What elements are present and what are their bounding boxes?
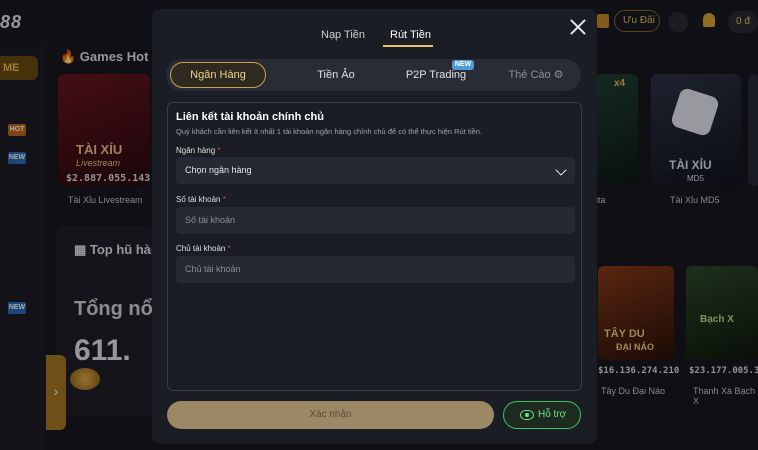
method-tabs: Ngân Hàng Tiền Ảo P2P Trading Thẻ Cào ⚙ xyxy=(166,59,581,91)
withdraw-modal: Nạp Tiền Rút Tiền Ngân Hàng Tiền Ảo P2P … xyxy=(152,9,597,444)
form-subtitle: Quý khách cần liên kết ít nhất 1 tài kho… xyxy=(176,127,483,136)
modal-tabs: Nạp Tiền Rút Tiền xyxy=(152,9,597,55)
bank-select[interactable]: Chọn ngân hàng xyxy=(176,157,575,184)
chevron-down-icon xyxy=(555,164,567,176)
account-holder-input[interactable]: Chủ tài khoản xyxy=(176,256,575,283)
subtab-crypto[interactable]: Tiền Ảo xyxy=(296,59,376,91)
tab-deposit[interactable]: Nạp Tiền xyxy=(321,29,365,41)
bank-label: Ngân hàng * xyxy=(176,146,221,155)
eye-icon xyxy=(520,410,534,420)
bank-link-form: Liên kết tài khoản chính chủ Quý khách c… xyxy=(167,102,582,391)
subtab-card[interactable]: Thẻ Cào ⚙ xyxy=(501,59,571,91)
active-tab-indicator xyxy=(383,45,433,47)
bank-select-value: Chọn ngân hàng xyxy=(185,165,252,175)
new-badge: NEW xyxy=(452,60,474,70)
account-number-input[interactable]: Số tài khoản xyxy=(176,207,575,234)
tab-withdraw[interactable]: Rút Tiền xyxy=(390,29,431,41)
required-mark: * xyxy=(217,146,221,155)
subtab-bank[interactable]: Ngân Hàng xyxy=(170,62,266,88)
account-holder-label: Chủ tài khoản * xyxy=(176,244,231,253)
help-label: Hỗ trợ xyxy=(538,409,567,420)
required-mark: * xyxy=(227,244,231,253)
required-mark: * xyxy=(222,195,226,204)
confirm-button[interactable]: Xác nhận xyxy=(167,401,494,429)
account-number-label: Số tài khoản * xyxy=(176,195,226,204)
close-icon[interactable] xyxy=(568,17,588,37)
help-button[interactable]: Hỗ trợ xyxy=(503,401,581,429)
form-title: Liên kết tài khoản chính chủ xyxy=(176,111,324,123)
